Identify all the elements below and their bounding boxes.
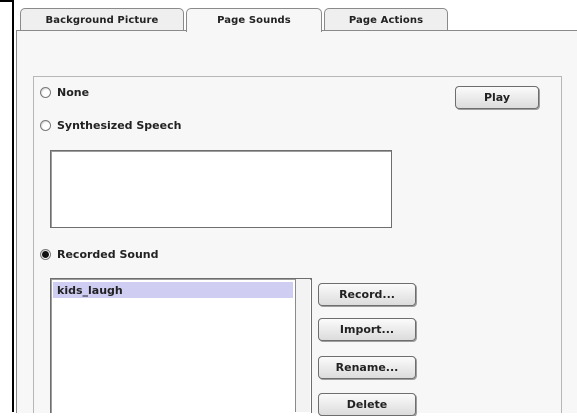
radio-none-label: None bbox=[57, 86, 90, 99]
frame-left-edge bbox=[12, 0, 14, 412]
radio-recorded-label: Recorded Sound bbox=[57, 248, 159, 261]
radio-on-icon bbox=[40, 249, 51, 260]
list-scrollbar[interactable] bbox=[295, 279, 310, 412]
tab-page-actions[interactable]: Page Actions bbox=[324, 8, 448, 31]
list-item-label: kids_laugh bbox=[57, 283, 123, 297]
rename-button[interactable]: Rename... bbox=[318, 356, 416, 379]
tab-label: Background Picture bbox=[45, 14, 159, 26]
radio-none[interactable]: None bbox=[40, 86, 89, 99]
delete-button[interactable]: Delete bbox=[318, 393, 416, 416]
radio-synthesized-speech[interactable]: Synthesized Speech bbox=[40, 119, 181, 132]
radio-synth-label: Synthesized Speech bbox=[57, 119, 182, 132]
play-button[interactable]: Play bbox=[455, 86, 539, 109]
rename-button-label: Rename... bbox=[335, 361, 399, 374]
import-button[interactable]: Import... bbox=[318, 318, 416, 341]
tab-label: Page Actions bbox=[348, 14, 424, 26]
radio-off-icon bbox=[40, 87, 51, 98]
tab-page-sounds[interactable]: Page Sounds bbox=[186, 8, 322, 32]
speech-text-field[interactable] bbox=[50, 150, 392, 228]
play-button-label: Play bbox=[483, 91, 511, 104]
record-button-label: Record... bbox=[339, 288, 395, 301]
sounds-list[interactable]: kids_laugh bbox=[50, 278, 312, 413]
import-button-label: Import... bbox=[339, 323, 395, 336]
delete-button-label: Delete bbox=[346, 398, 388, 411]
window-frame: Background Picture Page Sounds Page Acti… bbox=[0, 0, 577, 416]
record-button[interactable]: Record... bbox=[318, 283, 416, 306]
radio-recorded-sound[interactable]: Recorded Sound bbox=[40, 248, 159, 261]
radio-off-icon bbox=[40, 120, 51, 131]
tab-label: Page Sounds bbox=[217, 15, 291, 26]
list-item[interactable]: kids_laugh bbox=[53, 282, 293, 298]
tab-background-picture[interactable]: Background Picture bbox=[20, 8, 184, 31]
